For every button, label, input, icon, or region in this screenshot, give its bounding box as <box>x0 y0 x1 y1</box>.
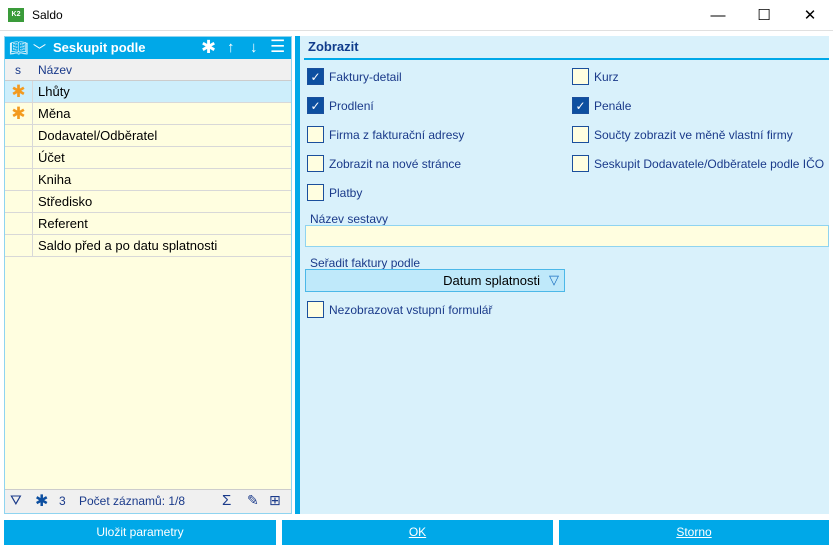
arrow-down-icon[interactable]: ↓ <box>250 39 258 56</box>
checkbox[interactable] <box>572 68 589 85</box>
asterisk-icon: ✱ <box>5 81 33 102</box>
checkbox-label: Firma z fakturační adresy <box>329 128 465 142</box>
filter-icon[interactable]: ⛛ <box>10 492 22 509</box>
checkbox[interactable] <box>572 155 589 172</box>
item-name: Účet <box>38 150 65 165</box>
column-header: s Název <box>5 59 291 81</box>
item-name: Měna <box>38 106 71 121</box>
section-divider <box>304 58 829 60</box>
dropdown-icon: ▽ <box>549 272 559 287</box>
menu-icon[interactable]: ☰ <box>270 37 285 57</box>
no-input-form-checkbox[interactable] <box>307 301 324 318</box>
book-icon[interactable]: 📖︎ <box>9 39 28 57</box>
empty-cell <box>5 147 33 168</box>
asterisk-icon: ✱ <box>5 103 33 124</box>
checkbox-label: Faktury-detail <box>329 70 402 84</box>
group-by-panel: 📖︎ ﹀ Seskupit podle ✱ ↑ ↓ ☰ s Název ✱ Lhů… <box>4 36 292 514</box>
checkbox[interactable]: ✓ <box>307 97 324 114</box>
column-name[interactable]: Název <box>38 63 72 77</box>
list-item[interactable]: Účet <box>5 147 291 169</box>
asterisk-icon[interactable]: ✱ <box>35 491 48 511</box>
sort-value: Datum splatnosti <box>443 273 540 288</box>
empty-cell <box>5 235 33 256</box>
empty-cell <box>5 125 33 146</box>
item-name: Lhůty <box>38 84 70 99</box>
checkbox-label: Prodlení <box>329 99 374 113</box>
sort-label: Seřadit faktury podle <box>310 256 421 270</box>
empty-cell <box>5 191 33 212</box>
title-bar: K2 Saldo — ☐ ✕ <box>0 0 833 31</box>
checkbox-label: Penále <box>594 99 632 113</box>
panel-footer: ⛛ ✱ 3 Počet záznamů: 1/8 Σ ✎ ⊞ <box>5 489 291 513</box>
arrow-up-icon[interactable]: ↑ <box>227 39 235 56</box>
column-s[interactable]: s <box>15 63 21 77</box>
report-name-label: Název sestavy <box>310 212 389 226</box>
list-item[interactable]: Středisko <box>5 191 291 213</box>
star-count: 3 <box>59 494 66 508</box>
save-parameters-button[interactable]: Uložit parametry <box>4 520 276 545</box>
checkbox[interactable] <box>572 126 589 143</box>
report-name-input[interactable] <box>305 225 829 247</box>
window-title: Saldo <box>32 8 63 22</box>
asterisk-icon[interactable]: ✱ <box>201 37 216 58</box>
list-item[interactable]: Dodavatel/Odběratel <box>5 125 291 147</box>
empty-cell <box>5 213 33 234</box>
checkbox[interactable] <box>307 126 324 143</box>
panel-header: 📖︎ ﹀ Seskupit podle ✱ ↑ ↓ ☰ <box>5 37 291 59</box>
list-item[interactable]: Referent <box>5 213 291 235</box>
item-name: Středisko <box>38 194 93 209</box>
checkbox[interactable] <box>307 155 324 172</box>
empty-cell <box>5 169 33 190</box>
item-name: Referent <box>38 216 88 231</box>
list-item[interactable]: Saldo před a po datu splatnosti <box>5 235 291 257</box>
add-record-icon[interactable]: ⊞ <box>269 492 281 509</box>
record-count: Počet záznamů: 1/8 <box>79 494 186 508</box>
checkbox-label: Platby <box>329 186 363 200</box>
edit-icon[interactable]: ✎ <box>247 492 259 509</box>
item-name: Saldo před a po datu splatnosti <box>38 238 218 253</box>
cancel-button[interactable]: Storno <box>559 520 829 545</box>
checkbox[interactable]: ✓ <box>307 68 324 85</box>
checkbox[interactable]: ✓ <box>572 97 589 114</box>
close-button[interactable]: ✕ <box>787 0 833 31</box>
item-name: Dodavatel/Odběratel <box>38 128 158 143</box>
sort-select[interactable]: Datum splatnosti ▽ <box>305 269 565 292</box>
sum-icon[interactable]: Σ <box>222 492 231 509</box>
checkbox-label: Seskupit Dodavatele/Odběratele podle IČO <box>594 157 825 171</box>
app-logo: K2 <box>8 8 24 22</box>
checkbox[interactable] <box>307 184 324 201</box>
checkbox-label: Zobrazit na nové stránce <box>329 157 462 171</box>
display-panel: Zobrazit ✓ Faktury-detail Kurz ✓ Prodlení ✓ Pe… <box>300 36 829 514</box>
list-item[interactable]: Kniha <box>5 169 291 191</box>
section-title: Zobrazit <box>308 39 359 54</box>
ok-button[interactable]: OK <box>282 520 553 545</box>
maximize-button[interactable]: ☐ <box>741 0 787 31</box>
list-item[interactable]: ✱ Lhůty <box>5 81 291 103</box>
item-name: Kniha <box>38 172 72 187</box>
panel-title: Seskupit podle <box>53 40 146 55</box>
no-input-form-label: Nezobrazovat vstupní formulář <box>329 303 493 317</box>
minimize-button[interactable]: — <box>695 0 741 31</box>
chevron-down-icon[interactable]: ﹀ <box>33 40 46 59</box>
checkbox-label: Kurz <box>594 70 619 84</box>
list-item[interactable]: ✱ Měna <box>5 103 291 125</box>
checkbox-label: Součty zobrazit ve měně vlastní firmy <box>594 128 793 142</box>
